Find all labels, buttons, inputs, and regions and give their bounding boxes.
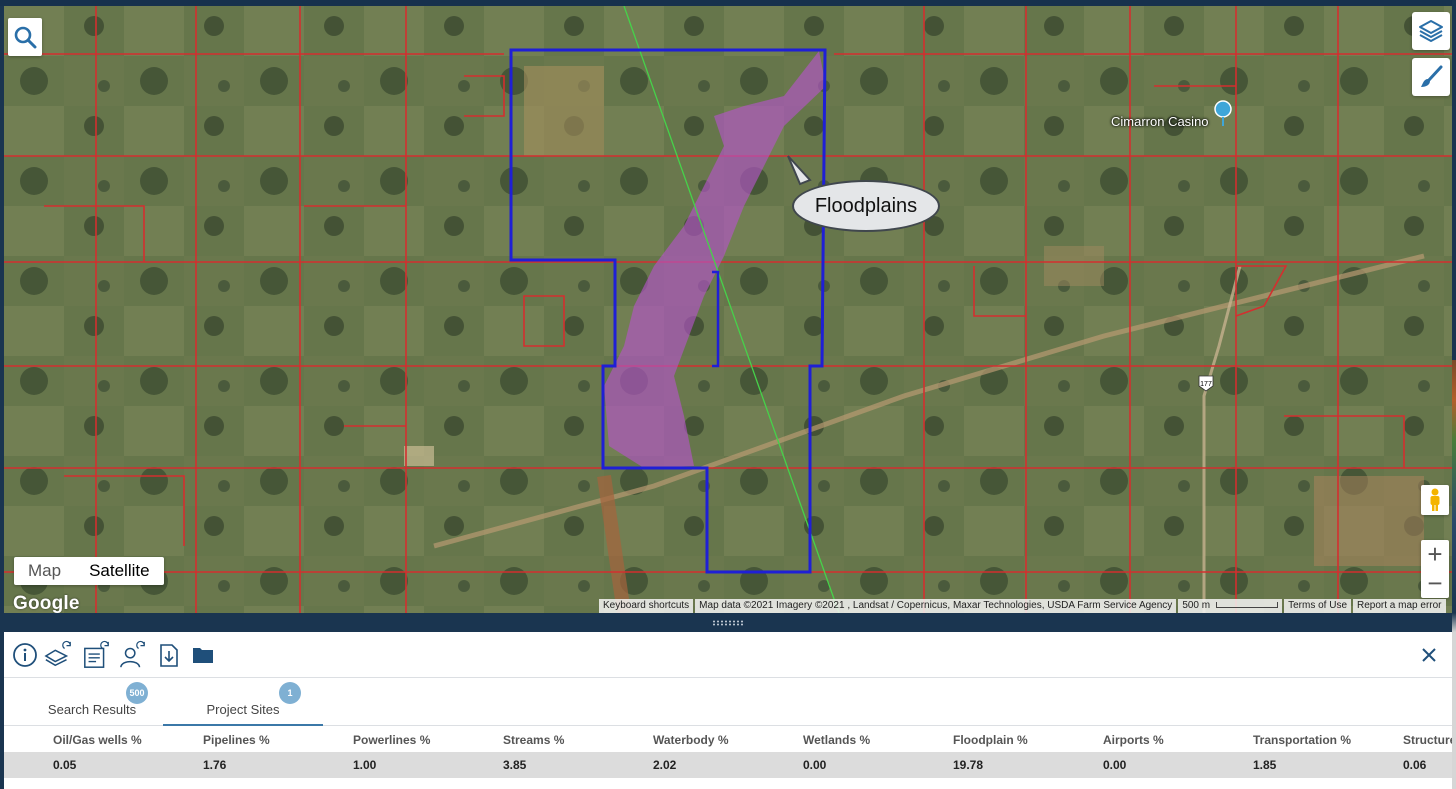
info-icon bbox=[13, 643, 37, 667]
report-refresh-button[interactable] bbox=[82, 640, 112, 670]
contacts-refresh-button[interactable] bbox=[118, 640, 148, 670]
column-header[interactable]: Wetlands % bbox=[803, 733, 870, 747]
layers-button[interactable] bbox=[1412, 12, 1450, 50]
maptype-map-button[interactable]: Map bbox=[14, 557, 75, 585]
panel-tabs: Search Results 500 Project Sites 1 bbox=[4, 678, 1452, 726]
maptype-satellite-button[interactable]: Satellite bbox=[75, 557, 163, 585]
satellite-imagery: 177 bbox=[4, 6, 1452, 613]
column-header[interactable]: Waterbody % bbox=[653, 733, 729, 747]
google-logo: Google bbox=[13, 593, 80, 613]
drag-handle-icon[interactable] bbox=[712, 620, 744, 626]
scale-line bbox=[1216, 602, 1279, 609]
project-sites-table: Oil/Gas wells % Pipelines % Powerlines %… bbox=[4, 726, 1456, 789]
tab-search-results[interactable]: Search Results 500 bbox=[24, 678, 164, 726]
contacts-refresh-icon bbox=[120, 640, 145, 668]
street-view-button[interactable] bbox=[1421, 485, 1449, 515]
tab-label: Project Sites bbox=[206, 702, 280, 717]
table-cell: 3.85 bbox=[503, 758, 527, 772]
floodplain-callout: Floodplains bbox=[792, 180, 940, 232]
terms-link[interactable]: Terms of Use bbox=[1284, 599, 1352, 613]
close-icon bbox=[1422, 648, 1436, 662]
results-panel: Search Results 500 Project Sites 1 Oil/G… bbox=[4, 632, 1456, 789]
search-icon bbox=[14, 26, 37, 49]
table-row[interactable]: 0.05 1.76 1.00 3.85 2.02 0.00 19.78 0.00… bbox=[4, 752, 1452, 778]
maptype-control[interactable]: Map Satellite bbox=[14, 557, 164, 585]
callout-label: Floodplains bbox=[814, 194, 918, 217]
table-cell: 0.06 bbox=[1403, 758, 1427, 772]
map-attribution: Keyboard shortcuts Map data ©2021 Imager… bbox=[597, 599, 1446, 613]
column-header[interactable]: Airports % bbox=[1103, 733, 1164, 747]
paintbrush-icon bbox=[1421, 65, 1443, 87]
route-shield-text: 177 bbox=[1200, 381, 1212, 388]
tab-badge: 500 bbox=[126, 682, 148, 704]
table-cell: 2.02 bbox=[653, 758, 677, 772]
column-header[interactable]: Floodplain % bbox=[953, 733, 1028, 747]
table-cell: 19.78 bbox=[953, 758, 984, 772]
tab-label: Search Results bbox=[47, 702, 137, 717]
pegman-icon bbox=[1430, 488, 1440, 511]
download-icon bbox=[160, 644, 178, 667]
folder-icon bbox=[193, 648, 213, 663]
zoom-out-button[interactable]: − bbox=[1421, 568, 1449, 598]
map-data-text: Map data ©2021 Imagery ©2021 , Landsat /… bbox=[695, 599, 1177, 613]
draw-button[interactable] bbox=[1412, 58, 1450, 96]
tab-project-sites[interactable]: Project Sites 1 bbox=[163, 678, 323, 726]
table-cell: 0.00 bbox=[1103, 758, 1127, 772]
zoom-in-button[interactable]: + bbox=[1421, 539, 1449, 569]
layers-refresh-icon bbox=[44, 640, 71, 667]
download-button[interactable] bbox=[154, 640, 184, 670]
scale-label: 500 m bbox=[1182, 600, 1211, 611]
zoom-control[interactable]: + − bbox=[1421, 539, 1449, 598]
search-button[interactable] bbox=[8, 18, 42, 56]
poi-label[interactable]: Cimarron Casino bbox=[1111, 114, 1209, 129]
table-cell: 1.00 bbox=[353, 758, 377, 772]
table-cell: 0.05 bbox=[53, 758, 77, 772]
report-error-link[interactable]: Report a map error bbox=[1353, 599, 1446, 613]
callout-pointer bbox=[787, 155, 812, 186]
column-header[interactable]: Streams % bbox=[503, 733, 564, 747]
column-header[interactable]: Transportation % bbox=[1253, 733, 1351, 747]
info-button[interactable] bbox=[10, 640, 40, 670]
column-header[interactable]: Oil/Gas wells % bbox=[53, 733, 142, 747]
scale-bar[interactable]: 500 m bbox=[1178, 599, 1283, 613]
table-header: Oil/Gas wells % Pipelines % Powerlines %… bbox=[4, 726, 1456, 752]
column-header[interactable]: Pipelines % bbox=[203, 733, 270, 747]
folder-button[interactable] bbox=[188, 640, 218, 670]
tab-badge: 1 bbox=[279, 682, 301, 704]
report-refresh-icon bbox=[84, 640, 109, 668]
close-button[interactable] bbox=[1414, 640, 1444, 670]
keyboard-shortcuts-link[interactable]: Keyboard shortcuts bbox=[599, 599, 694, 613]
column-header[interactable]: Powerlines % bbox=[353, 733, 430, 747]
table-cell: 1.76 bbox=[203, 758, 227, 772]
layers-refresh-button[interactable] bbox=[44, 640, 74, 670]
table-cell: 1.85 bbox=[1253, 758, 1277, 772]
column-header[interactable]: Structure bbox=[1403, 733, 1456, 747]
window-edge bbox=[1452, 0, 1456, 789]
layers-icon bbox=[1419, 20, 1443, 42]
map-view[interactable]: 177 Cimarron Casino Floodplains Map Sate… bbox=[4, 6, 1452, 613]
table-cell: 0.00 bbox=[803, 758, 827, 772]
panel-toolbar bbox=[4, 632, 1452, 678]
